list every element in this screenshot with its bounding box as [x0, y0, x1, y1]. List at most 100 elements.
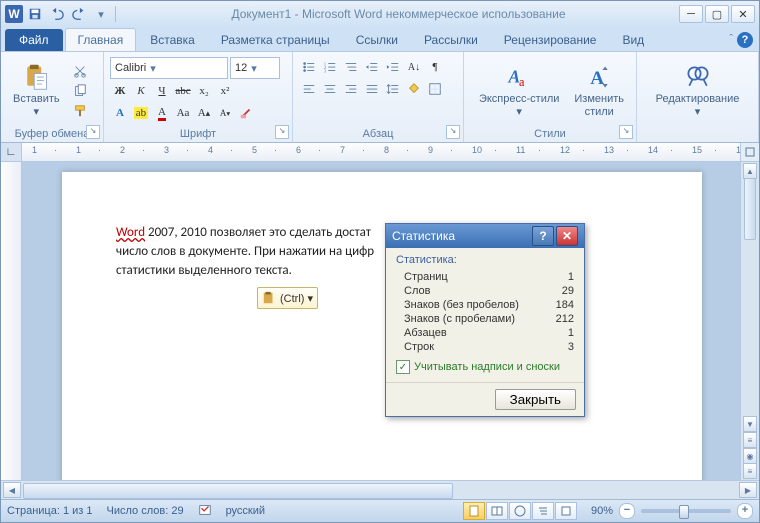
qat-customize-icon[interactable]: ▾	[91, 4, 111, 24]
maximize-button[interactable]: ▢	[705, 5, 729, 23]
save-icon[interactable]	[25, 4, 45, 24]
text-effects-icon[interactable]: A	[110, 103, 130, 123]
paragraph-launcher[interactable]: ↘	[446, 125, 460, 139]
help-icon[interactable]: ?	[737, 32, 753, 48]
svg-text:A: A	[590, 68, 604, 89]
view-reading-icon[interactable]	[486, 502, 508, 520]
status-word-count[interactable]: Число слов: 29	[107, 505, 184, 517]
justify-icon[interactable]	[362, 79, 382, 99]
view-draft-icon[interactable]	[555, 502, 577, 520]
sort-icon[interactable]: A↓	[404, 57, 424, 77]
show-marks-icon[interactable]: ¶	[425, 57, 445, 77]
tab-insert[interactable]: Вставка	[138, 29, 207, 51]
dialog-close-button[interactable]: Закрыть	[495, 389, 576, 410]
change-case-icon[interactable]: Aa	[173, 103, 193, 123]
paste-button[interactable]: Вставить▾	[7, 55, 66, 126]
clear-formatting-icon[interactable]	[236, 103, 256, 123]
horizontal-ruler-scale[interactable]: 1·1·2·3·4·5·6·7·8·9·10·11·12·13·14·15·16	[22, 143, 740, 161]
zoom-in-icon[interactable]: +	[737, 503, 753, 519]
redo-icon[interactable]	[69, 4, 89, 24]
subscript-icon[interactable]: x₂	[194, 81, 214, 101]
shrink-font-icon[interactable]: A▾	[215, 103, 235, 123]
dialog-titlebar[interactable]: Статистика ? ✕	[386, 224, 584, 248]
paste-options-tag[interactable]: (Ctrl) ▾	[257, 287, 318, 309]
clipboard-launcher[interactable]: ↘	[86, 125, 100, 139]
change-styles-button[interactable]: A Изменить стили	[568, 55, 630, 126]
vertical-scrollbar[interactable]: ▲ ▼ ≡ ◉ ≡	[740, 162, 759, 480]
align-center-icon[interactable]	[320, 79, 340, 99]
prev-page-icon[interactable]: ≡	[743, 432, 757, 448]
grow-font-icon[interactable]: A▴	[194, 103, 214, 123]
font-launcher[interactable]: ↘	[275, 125, 289, 139]
tab-references[interactable]: Ссылки	[344, 29, 410, 51]
vscroll-thumb[interactable]	[744, 178, 756, 240]
app-icon: W	[5, 5, 23, 23]
scroll-down-icon[interactable]: ▼	[743, 416, 757, 432]
browse-object-icon[interactable]: ◉	[743, 448, 757, 464]
line-spacing-icon[interactable]	[383, 79, 403, 99]
align-right-icon[interactable]	[341, 79, 361, 99]
view-print-layout-icon[interactable]	[463, 502, 485, 520]
scroll-left-icon[interactable]: ◀	[3, 482, 21, 498]
dialog-close-icon[interactable]: ✕	[556, 226, 578, 246]
ruler-toggle-icon[interactable]	[740, 143, 759, 161]
tab-view[interactable]: Вид	[610, 29, 656, 51]
font-size-combo[interactable]: 12▾	[230, 57, 280, 79]
vertical-ruler[interactable]	[1, 162, 22, 480]
shading-icon[interactable]	[404, 79, 424, 99]
dialog-help-icon[interactable]: ?	[532, 226, 554, 246]
align-left-icon[interactable]	[299, 79, 319, 99]
cut-icon[interactable]	[70, 62, 90, 80]
highlight-icon[interactable]: ab	[131, 103, 151, 123]
scroll-right-icon[interactable]: ▶	[739, 482, 757, 498]
status-proofing-icon[interactable]	[198, 503, 212, 520]
tab-layout[interactable]: Разметка страницы	[209, 29, 342, 51]
group-editing-title	[643, 126, 752, 140]
find-icon	[684, 63, 712, 91]
italic-icon[interactable]: К	[131, 81, 151, 101]
tab-file[interactable]: Файл	[5, 29, 63, 51]
zoom-thumb[interactable]	[679, 505, 689, 519]
styles-launcher[interactable]: ↘	[619, 125, 633, 139]
next-page-icon[interactable]: ≡	[743, 463, 757, 479]
close-window-button[interactable]: ✕	[731, 5, 755, 23]
tab-home[interactable]: Главная	[65, 28, 137, 51]
quick-styles-button[interactable]: Aa Экспресс-стили ▾	[470, 55, 568, 126]
stat-label: Строк	[404, 341, 434, 353]
decrease-indent-icon[interactable]	[362, 57, 382, 77]
scroll-up-icon[interactable]: ▲	[743, 163, 757, 179]
bold-icon[interactable]: Ж	[110, 81, 130, 101]
editing-button[interactable]: Редактирование▾	[643, 55, 752, 126]
horizontal-scrollbar[interactable]: ◀ ▶	[1, 480, 759, 499]
multilevel-icon[interactable]	[341, 57, 361, 77]
underline-icon[interactable]: Ч	[152, 81, 172, 101]
tab-selector[interactable]: ∟	[1, 143, 22, 161]
change-styles-icon: A	[585, 63, 613, 91]
stat-row: Строк3	[396, 340, 574, 354]
tab-review[interactable]: Рецензирование	[492, 29, 609, 51]
font-name-combo[interactable]: Calibri▾	[110, 57, 228, 79]
strike-icon[interactable]: abc	[173, 81, 193, 101]
numbering-icon[interactable]: 123	[320, 57, 340, 77]
copy-icon[interactable]	[70, 82, 90, 100]
zoom-out-icon[interactable]: −	[619, 503, 635, 519]
zoom-slider[interactable]	[641, 509, 731, 513]
status-language[interactable]: русский	[226, 505, 265, 517]
font-color-icon[interactable]: A	[152, 103, 172, 123]
include-textboxes-checkbox[interactable]: ✓ Учитывать надписи и сноски	[396, 360, 574, 374]
hscroll-thumb[interactable]	[23, 483, 453, 499]
minimize-button[interactable]: ─	[679, 5, 703, 23]
undo-icon[interactable]	[47, 4, 67, 24]
tab-mailings[interactable]: Рассылки	[412, 29, 490, 51]
status-page[interactable]: Страница: 1 из 1	[7, 505, 93, 517]
format-painter-icon[interactable]	[70, 102, 90, 120]
borders-icon[interactable]	[425, 79, 445, 99]
ribbon-minimize-icon[interactable]: ˆ	[729, 33, 733, 45]
zoom-level[interactable]: 90%	[591, 505, 613, 517]
superscript-icon[interactable]: x²	[215, 81, 235, 101]
view-web-icon[interactable]	[509, 502, 531, 520]
document-area[interactable]: Word 2007, 2010 позволяет это сделать до…	[22, 162, 740, 480]
bullets-icon[interactable]	[299, 57, 319, 77]
view-outline-icon[interactable]	[532, 502, 554, 520]
increase-indent-icon[interactable]	[383, 57, 403, 77]
